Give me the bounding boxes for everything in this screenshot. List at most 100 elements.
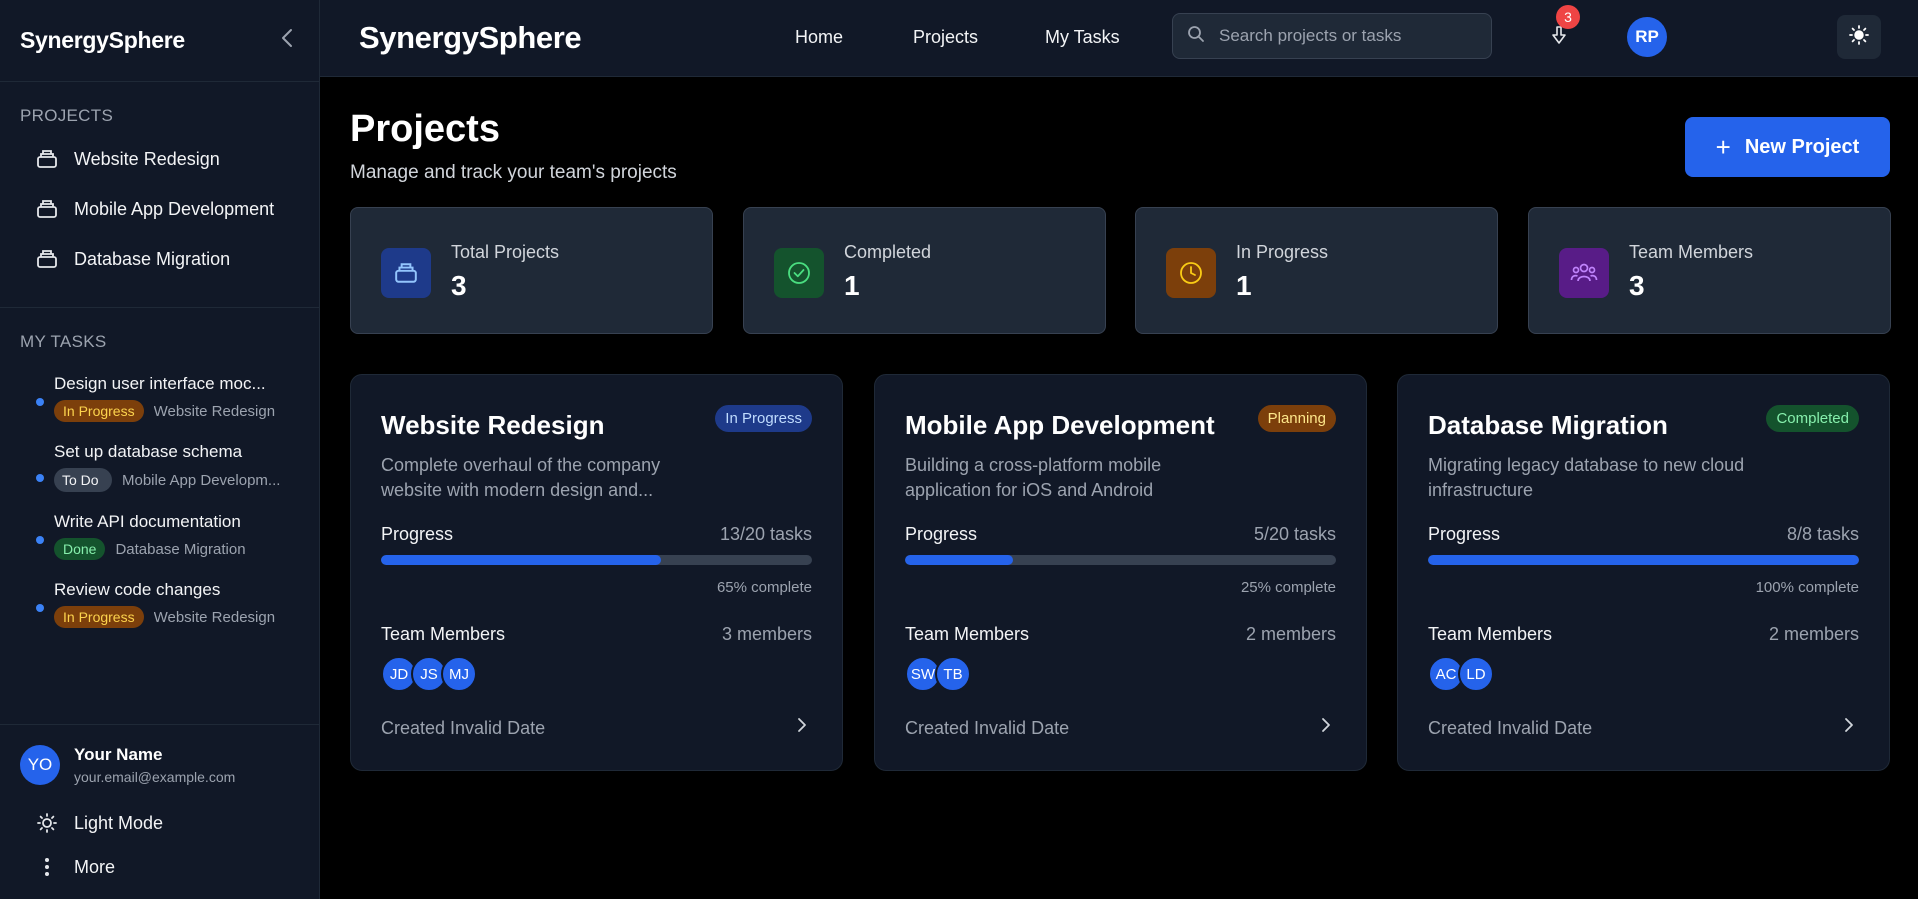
status-badge: To Do (54, 468, 112, 492)
member-avatars: SW TB (905, 656, 971, 692)
project-description: Building a cross-platform mobile applica… (905, 455, 1162, 500)
task-item[interactable]: Set up database schema To Do Mobile App … (0, 432, 319, 502)
sidebar-item-mobile-app[interactable]: Mobile App Development (0, 184, 319, 234)
projects-section-title: PROJECTS (20, 106, 114, 125)
task-project: Website Redesign (153, 608, 276, 626)
light-mode-button[interactable]: Light Mode (0, 801, 320, 845)
user-profile[interactable]: YO Your Name your.email@example.com (0, 745, 320, 785)
stat-value: 1 (1236, 270, 1252, 301)
task-dot (36, 536, 44, 544)
progress-tasks: 5/20 tasks (1253, 524, 1336, 544)
created-date: Created Invalid Date (381, 718, 546, 738)
light-mode-label: Light Mode (74, 812, 164, 833)
avatar[interactable]: RP (1627, 17, 1667, 57)
task-item[interactable]: Review code changes In Progress Website … (0, 570, 319, 638)
member-avatars: AC LD (1428, 656, 1494, 692)
progress-percent: 65% complete (716, 579, 812, 596)
task-title: Design user interface moc... (54, 374, 266, 393)
progress-fill (905, 555, 1013, 565)
new-project-button[interactable]: + New Project (1685, 117, 1890, 177)
users-icon (1559, 248, 1609, 298)
sidebar-item-website-redesign[interactable]: Website Redesign (0, 134, 319, 184)
notification-count-badge: 3 (1556, 5, 1580, 29)
nav-home[interactable]: Home (795, 27, 843, 48)
check-circle-icon (774, 248, 824, 298)
more-vertical-icon (36, 857, 58, 877)
nav-my-tasks[interactable]: My Tasks (1045, 27, 1120, 48)
status-badge: In Progress (715, 405, 812, 432)
sidebar-item-database-migration[interactable]: Database Migration (0, 234, 319, 284)
avatar: TB (935, 656, 971, 692)
sidebar-brand: SynergySphere (20, 27, 185, 53)
team-members-count: 3 members (721, 624, 812, 644)
task-project: Website Redesign (153, 402, 276, 420)
task-title: Review code changes (54, 580, 221, 599)
task-title: Write API documentation (54, 512, 241, 531)
project-title: Database Migration (1428, 410, 1668, 440)
stat-total-projects: Total Projects 3 (350, 207, 713, 334)
progress-bar (381, 555, 812, 565)
task-project: Mobile App Developm... (122, 471, 281, 489)
chevron-left-icon[interactable] (275, 27, 299, 55)
topbar-brand[interactable]: SynergySphere (359, 20, 582, 56)
stat-label: Team Members (1629, 242, 1754, 262)
sidebar-item-label: Mobile App Development (74, 198, 275, 219)
theme-toggle-button[interactable] (1837, 15, 1881, 59)
sidebar-tasks-section: MY TASKS Design user interface moc... In… (0, 308, 319, 724)
sun-icon (36, 813, 58, 833)
progress-label: Progress (381, 524, 454, 544)
progress-tasks: 8/8 tasks (1786, 524, 1859, 544)
topbar: SynergySphere Home Projects My Tasks 3 R… (320, 0, 1918, 77)
status-badge: Done (54, 538, 106, 560)
stat-completed: Completed 1 (743, 207, 1106, 334)
sidebar-item-label: Database Migration (74, 248, 231, 269)
search-input[interactable] (1219, 26, 1479, 46)
progress-bar (905, 555, 1336, 565)
new-project-label: New Project (1744, 135, 1860, 158)
stat-in-progress: In Progress 1 (1135, 207, 1498, 334)
page-subtitle: Manage and track your team's projects (350, 162, 677, 183)
task-project: Database Migration (115, 540, 246, 558)
task-item[interactable]: Design user interface moc... In Progress… (0, 364, 319, 432)
tasks-section-title: MY TASKS (20, 332, 107, 351)
status-badge: In Progress (54, 400, 144, 422)
stat-label: Completed (844, 242, 932, 262)
project-card-database-migration[interactable]: Database Migration Completed Migrating l… (1397, 374, 1890, 771)
status-badge: Completed (1766, 405, 1859, 432)
clock-icon (1166, 248, 1216, 298)
progress-percent: 100% complete (1755, 579, 1859, 596)
created-date: Created Invalid Date (1428, 718, 1593, 738)
avatar: LD (1458, 656, 1494, 692)
project-card-website-redesign[interactable]: Website Redesign In Progress Complete ov… (350, 374, 843, 771)
search-box (1172, 13, 1492, 59)
chevron-right-icon[interactable] (1320, 715, 1332, 740)
project-card-mobile-app[interactable]: Mobile App Development Planning Building… (874, 374, 1367, 771)
avatar: YO (20, 745, 60, 785)
task-item[interactable]: Write API documentation Done Database Mi… (0, 502, 319, 570)
folder-icon (36, 249, 58, 269)
progress-percent: 25% complete (1240, 579, 1336, 596)
team-members-count: 2 members (1245, 624, 1336, 644)
stat-value: 1 (844, 270, 860, 301)
sun-icon (1849, 24, 1869, 50)
sidebar-user-section: YO Your Name your.email@example.com Ligh… (0, 724, 320, 889)
chevron-right-icon[interactable] (1843, 715, 1855, 740)
team-members-label: Team Members (1428, 624, 1553, 644)
more-button[interactable]: More (0, 845, 320, 889)
stat-label: In Progress (1236, 242, 1329, 262)
folder-icon (36, 199, 58, 219)
chevron-right-icon[interactable] (796, 715, 808, 740)
stat-value: 3 (1629, 270, 1645, 301)
sidebar-item-label: Website Redesign (74, 148, 220, 169)
user-name: Your Name (74, 745, 163, 764)
avatar: MJ (441, 656, 477, 692)
task-dot (36, 604, 44, 612)
task-dot (36, 398, 44, 406)
project-title: Website Redesign (381, 410, 605, 440)
nav-projects[interactable]: Projects (913, 27, 978, 48)
status-badge: In Progress (54, 606, 144, 628)
progress-tasks: 13/20 tasks (719, 524, 812, 544)
team-members-label: Team Members (905, 624, 1030, 644)
progress-fill (381, 555, 662, 565)
progress-bar (1428, 555, 1859, 565)
